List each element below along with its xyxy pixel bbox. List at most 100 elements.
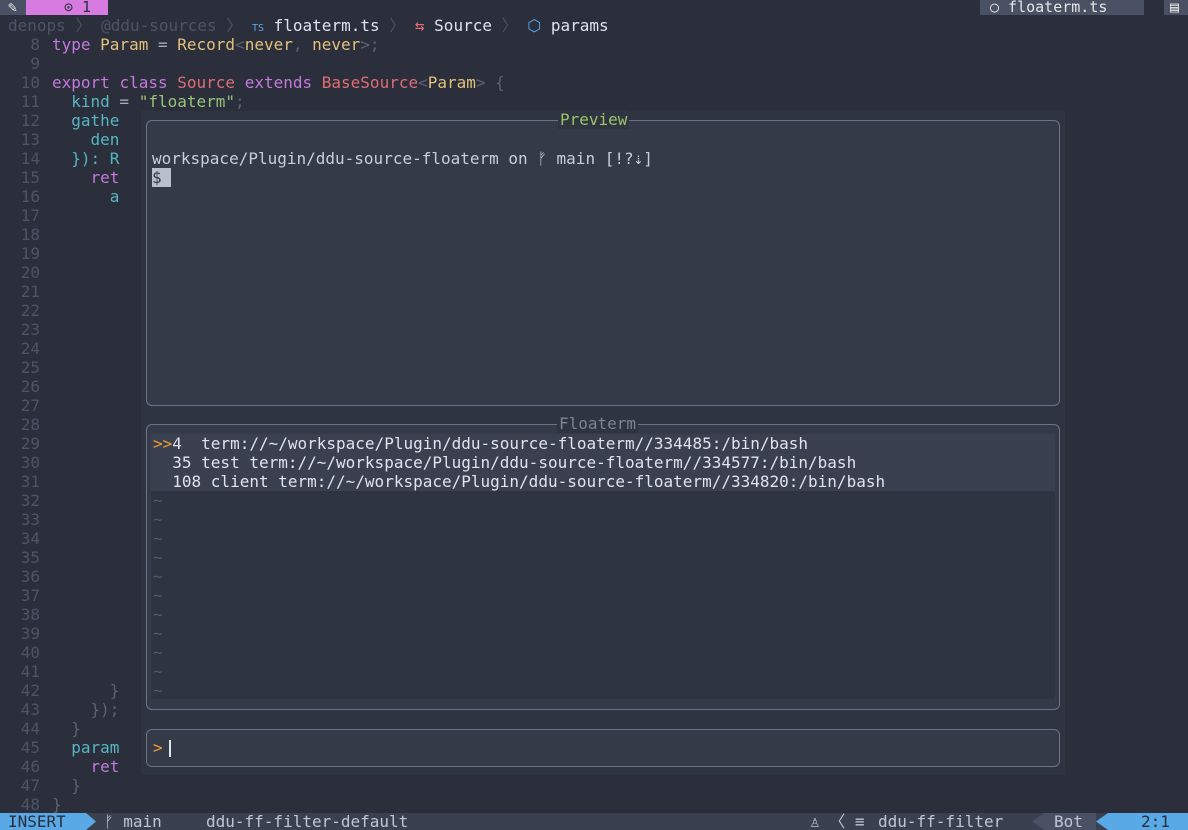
code-line: 16 a (0, 187, 120, 206)
code-line: 41 (0, 662, 52, 681)
code-line: 47 } (0, 776, 81, 795)
code-line: 17 (0, 206, 52, 225)
line-number: 27 (20, 396, 40, 415)
code-token: , (292, 35, 313, 54)
code-line: 18 (0, 225, 52, 244)
buffer-tab-floaterm[interactable]: ○ floaterm.ts (980, 0, 1144, 15)
code-line: 36 (0, 567, 52, 586)
code-token: Param (427, 73, 476, 92)
status-icons: ♙ 〈 ≡ (810, 812, 865, 830)
empty-line-marker: ~ (153, 529, 163, 548)
code-token: < (418, 73, 428, 92)
preview-window[interactable]: Preview workspace/Plugin/ddu-source-floa… (146, 110, 1060, 406)
mode-separator (86, 813, 96, 830)
tab-1[interactable]: ⊙ 1 (54, 0, 108, 15)
line-number: 41 (20, 662, 40, 681)
empty-line-marker: ~ (153, 681, 163, 700)
terminal-input-line[interactable]: $ (152, 168, 172, 187)
code-token: never (312, 35, 361, 54)
code-token: a (109, 187, 120, 206)
code-token: }): R (71, 149, 120, 168)
code-line: 26 (0, 377, 52, 396)
line-number: 46 (20, 757, 40, 776)
breadcrumb-separator: 〉 (216, 16, 252, 35)
list-item[interactable]: 35 test term://~/workspace/Plugin/ddu-so… (151, 453, 1055, 472)
code-token: class (119, 73, 168, 92)
code-line: 21 (0, 282, 52, 301)
code-token: gathe (71, 111, 120, 130)
code-line: 44 } (0, 719, 81, 738)
statusline: INSERT ᚠ main ddu-ff-filter-default ♙ 〈 … (0, 813, 1188, 830)
filetype: ddu-ff-filter (878, 812, 1004, 830)
code-line: 32 (0, 491, 52, 510)
tab-separator (26, 0, 54, 15)
line-number: 18 (20, 225, 40, 244)
code-token: Record (177, 35, 236, 54)
code-token: Param (100, 35, 149, 54)
line-number: 33 (20, 510, 40, 529)
filter-input[interactable]: > (153, 738, 171, 757)
line-number: 45 (20, 738, 40, 757)
list-item-selected[interactable]: >>4 term://~/workspace/Plugin/ddu-source… (151, 434, 1055, 453)
breadcrumb-ddu-sources[interactable]: @ddu-sources (101, 16, 217, 35)
breadcrumb-denops[interactable]: denops (8, 16, 66, 35)
code-token: export (52, 73, 110, 92)
line-number: 32 (20, 491, 40, 510)
empty-line-marker: ~ (153, 643, 163, 662)
filter-input-window[interactable]: > (146, 729, 1060, 767)
list-empty-area (151, 491, 1055, 699)
git-branch: ᚠ main (104, 812, 162, 830)
file-icon: ▤ (1164, 0, 1188, 15)
line-number: 36 (20, 567, 40, 586)
line-number: 35 (20, 548, 40, 567)
line-number: 11 (20, 92, 40, 111)
breadcrumb-method[interactable]: params (551, 16, 609, 35)
code-line: 37 (0, 586, 52, 605)
code-token: } (109, 681, 120, 700)
code-line: 38 (0, 605, 52, 624)
line-number: 23 (20, 320, 40, 339)
code-token: >; (360, 35, 380, 54)
code-line: 10 export class Source extends BaseSource… (0, 73, 505, 92)
code-line: 29 (0, 434, 52, 453)
line-number: 39 (20, 624, 40, 643)
line-number: 21 (20, 282, 40, 301)
text-cursor (168, 740, 171, 757)
list-item[interactable]: 108 client term://~/workspace/Plugin/ddu… (151, 472, 1055, 491)
line-number: 13 (20, 130, 40, 149)
list-item-text: 108 client term://~/workspace/Plugin/ddu… (172, 472, 886, 491)
code-line: 22 (0, 301, 52, 320)
code-line: 23 (0, 320, 52, 339)
code-line: 35 (0, 548, 52, 567)
code-line: 8 type Param = Record<never, never>; (0, 35, 380, 54)
code-token: extends (244, 73, 313, 92)
code-token: never (244, 35, 293, 54)
code-line: 24 (0, 339, 52, 358)
code-line: 13 den (0, 130, 120, 149)
line-number: 44 (20, 719, 40, 738)
breadcrumb-separator: 〉 (379, 16, 415, 35)
code-line: 15 ret (0, 168, 120, 187)
cursor-separator (1096, 813, 1108, 830)
floaterm-title: Floaterm (557, 414, 639, 433)
code-token: }); (90, 700, 120, 719)
code-line: 43 }); (0, 700, 120, 719)
mode-indicator: INSERT (0, 813, 86, 830)
line-number: 40 (20, 643, 40, 662)
edit-icon: ✎ (0, 0, 26, 15)
preview-title: Preview (558, 110, 630, 129)
line-number: 24 (20, 339, 40, 358)
breadcrumb-file[interactable]: floaterm.ts (274, 16, 380, 35)
code-line: 33 (0, 510, 52, 529)
code-line: 31 (0, 472, 52, 491)
code-token: = (148, 35, 178, 54)
code-line: 9 (0, 54, 52, 73)
line-number: 12 (20, 111, 40, 130)
code-token: ; (235, 92, 245, 111)
breadcrumb-class[interactable]: Source (434, 16, 492, 35)
code-token: type (52, 35, 91, 54)
code-token: > { (475, 73, 505, 92)
code-token: ret (90, 168, 120, 187)
terminal-cursor: $ (152, 168, 172, 187)
floaterm-list-window[interactable]: Floaterm >>4 term://~/workspace/Plugin/d… (146, 414, 1060, 710)
